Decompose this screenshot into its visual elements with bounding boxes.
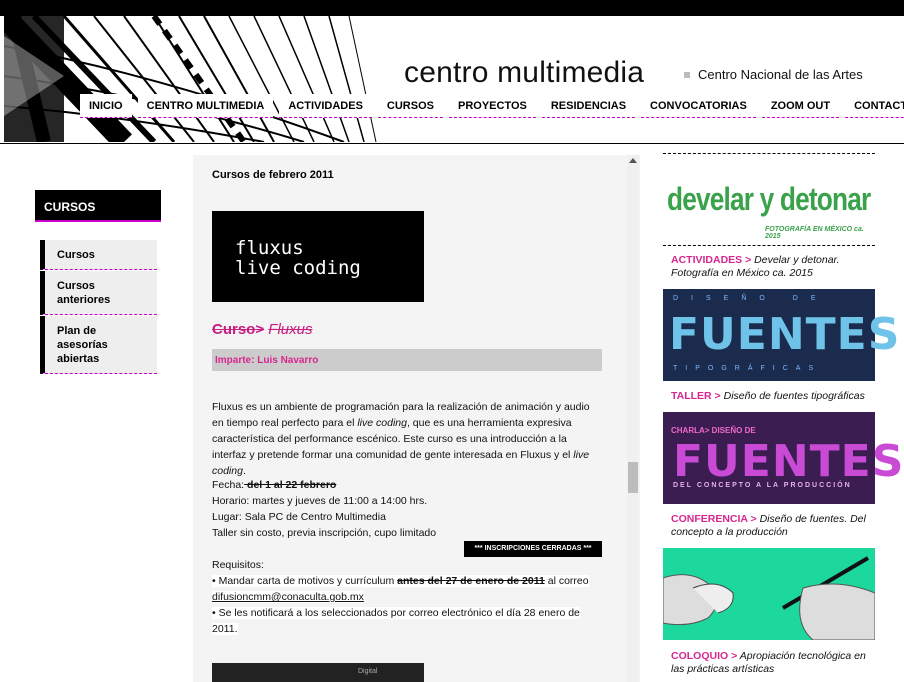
nav-convocatorias[interactable]: CONVOCATORIAS — [641, 94, 756, 118]
page-title: Cursos de febrero 2011 — [212, 169, 334, 181]
email-link[interactable]: difusioncmm@conaculta.gob.mx — [212, 591, 364, 603]
header-art — [4, 16, 394, 142]
promo-fuentes-conferencia[interactable]: CHARLA> DISEÑO DE FUENTES DEL CONCEPTO A… — [663, 412, 903, 504]
nav-cursos[interactable]: CURSOS — [377, 94, 443, 118]
sidebar-item-cursos[interactable]: Cursos — [40, 240, 157, 270]
promo-caption[interactable]: COLOQUIO > Apropiación tecnológica en la… — [671, 650, 871, 676]
fluxus-image: fluxus live coding — [212, 211, 424, 302]
promo-caption[interactable]: ACTIVIDADES > Develar y detonar. Fotogra… — [671, 254, 871, 280]
closed-badge: *** INSCRIPCIONES CERRADAS *** — [464, 541, 602, 557]
horario: Horario: martes y jueves de 11:00 a 14:0… — [212, 495, 428, 507]
instructor-bar: Imparte: Luis Navarro — [212, 349, 602, 371]
sidebar-nav: Cursos Cursos anteriores Plan de asesorí… — [40, 240, 157, 375]
costo: Taller sin costo, previa inscripción, cu… — [212, 527, 437, 539]
promo-develar[interactable]: develar y detonar FOTOGRAFÍA EN MÉXICO c… — [663, 171, 875, 245]
brand-separator — [684, 72, 690, 78]
nav-inicio[interactable]: INICIO — [80, 94, 132, 118]
sidebar-item-plan-asesorias[interactable]: Plan de asesorías abiertas — [40, 316, 157, 374]
divider — [663, 153, 875, 154]
nav-proyectos[interactable]: PROYECTOS — [448, 94, 536, 118]
promo-coloquio[interactable] — [663, 548, 875, 640]
promo-caption[interactable]: CONFERENCIA > Diseño de fuentes. Del con… — [671, 513, 871, 539]
fecha-value: del 1 al 22 febrero — [244, 479, 337, 491]
scroll-up-arrow-icon[interactable] — [629, 158, 637, 163]
divider — [663, 245, 875, 246]
scroll-thumb[interactable] — [628, 462, 638, 493]
sidebar-item-cursos-anteriores[interactable]: Cursos anteriores — [40, 271, 157, 315]
brand-title: centro multimedia — [404, 56, 645, 89]
sidebar-title: CURSOS — [35, 190, 161, 222]
lugar: Lugar: Sala PC de Centro Multimedia — [212, 511, 386, 523]
sidebar: CURSOS Cursos Cursos anteriores Plan de … — [35, 190, 161, 374]
main-nav: INICIO CENTRO MULTIMEDIA ACTIVIDADES CUR… — [80, 94, 904, 118]
course-name: Fluxus — [268, 321, 313, 338]
scrollbar[interactable] — [627, 155, 639, 682]
brand-subtitle: Centro Nacional de las Artes — [698, 67, 863, 82]
nav-contacto[interactable]: CONTACTO — [845, 94, 904, 118]
main-content: Cursos de febrero 2011 fluxus live codin… — [193, 155, 640, 682]
hands-illustration — [663, 548, 875, 640]
nav-actividades[interactable]: ACTIVIDADES — [279, 94, 372, 118]
course-title: Curso> Fluxus — [212, 321, 312, 338]
right-column: develar y detonar FOTOGRAFÍA EN MÉXICO c… — [663, 153, 903, 675]
nav-residencias[interactable]: RESIDENCIAS — [541, 94, 636, 118]
nav-centro-multimedia[interactable]: CENTRO MULTIMEDIA — [137, 94, 274, 118]
requirements: Requisitos: • Mandar carta de motivos y … — [212, 559, 589, 635]
promo-fuentes-taller[interactable]: DISEÑO DE FUENTES TIPOGRÁFICAS — [663, 289, 899, 381]
top-bar — [0, 0, 904, 16]
nav-zoom-out[interactable]: ZOOM OUT — [761, 94, 840, 118]
next-course-image: Digital — [212, 663, 424, 682]
course-description: Fluxus es un ambiente de programación pa… — [212, 401, 590, 477]
course-details: Fecha: del 1 al 22 febrero Horario: mart… — [212, 477, 604, 541]
course-label: Curso> — [212, 321, 265, 338]
promo-caption[interactable]: TALLER > Diseño de fuentes tipográficas — [671, 390, 871, 403]
